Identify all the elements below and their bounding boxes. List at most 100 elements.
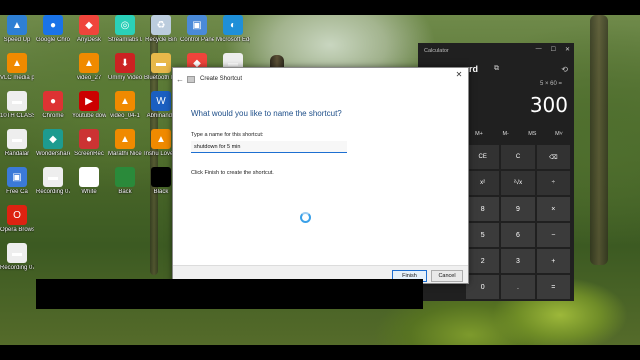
desktop-icon[interactable]: ◐ Microsoft Edge [216,15,250,44]
desktop-icon-image: ◎ [115,15,135,35]
loading-spinner-icon [300,212,311,223]
desktop-icon[interactable]: ● ScreenRec [72,129,106,158]
memory-store-button[interactable]: MS [519,131,545,137]
desktop-icon[interactable]: ▬ Randalar [0,129,34,158]
calculator-display: 300 [529,93,568,117]
desktop-icon-image: ▬ [43,167,63,187]
calculator-key[interactable]: 0 [466,275,500,299]
desktop-icon-image [151,167,171,187]
desktop-icon-image: ▬ [151,53,171,73]
calculator-key[interactable]: C [501,145,535,169]
calculator-key[interactable]: CE [466,145,500,169]
calculator-key[interactable]: 8 [466,197,500,221]
desktop-icon-image: ◐ [223,15,243,35]
cancel-button[interactable]: Cancel [431,270,463,282]
desktop-icon[interactable]: ▲ video_27 [72,53,106,82]
desktop-icon[interactable]: ▲ Marathi Nice Stock Video [108,129,142,158]
desktop-icon-image: ▲ [7,53,27,73]
calculator-key[interactable]: 6 [501,223,535,247]
desktop-icon[interactable]: ◎ Streamlabs Desktop [108,15,142,44]
calculator-key[interactable]: x² [466,171,500,195]
calculator-key[interactable]: × [536,197,570,221]
memory-subtract-button[interactable]: M- [493,131,519,137]
desktop-icon-image: ▲ [151,129,171,149]
desktop-icon[interactable]: ◆ Wondershare Filmora [36,129,70,158]
desktop-icon-label: ScreenRec [74,151,104,157]
desktop-icon-image: ● [79,129,99,149]
letterbox-bottom [0,345,640,360]
desktop-icon[interactable]: ▶ Youtube download [72,91,106,120]
desktop-icon-image: ▬ [7,243,27,263]
back-arrow-icon[interactable]: ← [173,75,187,84]
dialog-heading: What would you like to name the shortcut… [191,109,342,118]
calculator-key[interactable]: ⌫ [536,145,570,169]
desktop-icon-image: ◆ [43,129,63,149]
calculator-key[interactable]: . [501,275,535,299]
desktop-icon[interactable]: Back [108,167,142,196]
shortcut-name-input[interactable] [191,141,347,153]
desktop-icon-label: Back [118,189,132,195]
desktop-icon-label: Opera Browser [0,227,34,233]
shortcut-name-label: Type a name for this shortcut: [191,132,264,138]
create-shortcut-dialog: ← Create Shortcut ✕ What would you like … [172,67,469,284]
desktop-icon[interactable]: ◆ AnyDesk [72,15,106,44]
calculator-key[interactable]: 9 [501,197,535,221]
calculator-key[interactable]: = [536,275,570,299]
desktop-icon[interactable]: ● Google Chrome [36,15,70,44]
redacted-bar [36,279,423,309]
desktop-icon[interactable]: ▲ Speed Up [0,15,34,44]
history-icon[interactable]: ⟲ [561,65,568,74]
desktop-icon[interactable]: ▲ VLC media player [0,53,34,82]
minimize-icon[interactable]: — [536,46,542,53]
desktop-icon-image: O [7,205,27,225]
desktop-icon[interactable]: ♻ Recycle Bin [144,15,178,44]
calculator-keypad: CE C ⌫ x² ²√x ÷ 8 9 × 5 6− 2 3 +0. = [466,145,570,299]
desktop-icon-label: Youtube download [72,113,106,119]
calculator-titlebar: Calculator — ☐ ✕ [418,43,574,59]
desktop-icon[interactable]: ▬ Recording 07-06-2022 [36,167,70,196]
desktop-icon[interactable]: O Opera Browser [0,205,34,234]
calculator-key[interactable]: ²√x [501,171,535,195]
desktop-icon-image: ▶ [79,91,99,111]
desktop-icon-image [115,167,135,187]
letterbox-top [0,0,640,15]
desktop-icon-image: ▲ [7,15,27,35]
desktop-icon-label: Recording 07-06-2022 [0,265,34,271]
desktop-icon[interactable]: ▣ Control Panel [180,15,214,44]
desktop-icon[interactable]: ● Chrome [36,91,70,120]
desktop-icon-label: video_27 [76,75,102,81]
desktop-icon-image: ▲ [79,53,99,73]
desktop-icon[interactable]: ⬇ Ummy Video [108,53,142,82]
desktop-icon[interactable]: ▲ video_04-1 [108,91,142,120]
keep-on-top-icon[interactable]: ⧉ [494,65,499,73]
calculator-expression: 5 × 60 = [539,81,562,87]
calculator-key[interactable]: 3 [501,249,535,273]
desktop-icon[interactable]: ▬ 10TH CLASS UPLOAD ST [0,91,34,120]
desktop-icon-label: Randalar [4,151,30,157]
memory-add-button[interactable]: M+ [466,131,492,137]
calculator-key[interactable]: 2 [466,249,500,273]
calculator-key[interactable]: ÷ [536,171,570,195]
close-icon[interactable]: ✕ [454,70,464,79]
desktop-icon-label: Wondershare Filmora [36,151,70,157]
desktop-icon-image: ▣ [187,15,207,35]
desktop-icon-label: Recording 07-06-2022 [36,189,70,195]
maximize-icon[interactable]: ☐ [551,46,556,53]
close-icon[interactable]: ✕ [565,46,570,53]
tree-trunk [590,15,608,265]
finish-instruction: Click Finish to create the shortcut. [191,170,274,176]
memory-list-button[interactable]: M˅ [546,131,572,137]
desktop-icon[interactable]: White [72,167,106,196]
desktop-icon-image: W [151,91,171,111]
calculator-key[interactable]: + [536,249,570,273]
desktop-icon[interactable]: ▣ Free Ca [0,167,34,196]
desktop-icon-image: ▲ [115,91,135,111]
calculator-key[interactable]: − [536,223,570,247]
desktop-icon-label: Marathi Nice Stock Video [108,151,142,157]
dialog-title: Create Shortcut [200,76,243,82]
desktop-icon-label: video_04-1 [110,113,140,119]
window-controls: — ☐ ✕ [536,46,570,53]
desktop-icon-image: ▬ [7,91,27,111]
calculator-key[interactable]: 5 [466,223,500,247]
desktop-icon[interactable]: ▬ Recording 07-06-2022 [0,243,34,272]
